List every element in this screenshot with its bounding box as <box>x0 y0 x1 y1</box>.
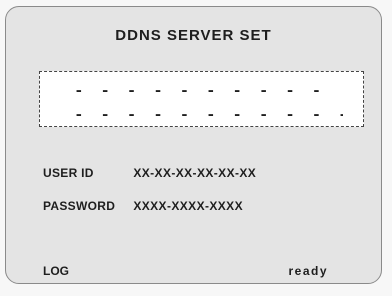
status-text: ready <box>288 264 328 278</box>
user-id-row: USER ID XX-XX-XX-XX-XX-XX <box>43 166 256 180</box>
password-field[interactable]: XXXX-XXXX-XXXX <box>133 199 243 213</box>
password-label: PASSWORD <box>43 199 116 213</box>
user-id-label: USER ID <box>43 166 94 180</box>
server-placeholder-line-1: - - - - - - - - - - - - - - - <box>74 82 339 100</box>
ddns-server-field[interactable]: - - - - - - - - - - - - - - - - - - - - … <box>39 71 364 127</box>
log-button[interactable]: LOG <box>43 264 69 278</box>
password-row: PASSWORD XXXX-XXXX-XXXX <box>43 199 243 213</box>
server-placeholder-line-2: - - - - - - - - - - - - - - - - <box>74 106 343 124</box>
user-id-field[interactable]: XX-XX-XX-XX-XX-XX <box>133 166 256 180</box>
page-title: DDNS SERVER SET <box>115 27 272 44</box>
ddns-settings-panel: DDNS SERVER SET - - - - - - - - - - - - … <box>5 6 382 284</box>
